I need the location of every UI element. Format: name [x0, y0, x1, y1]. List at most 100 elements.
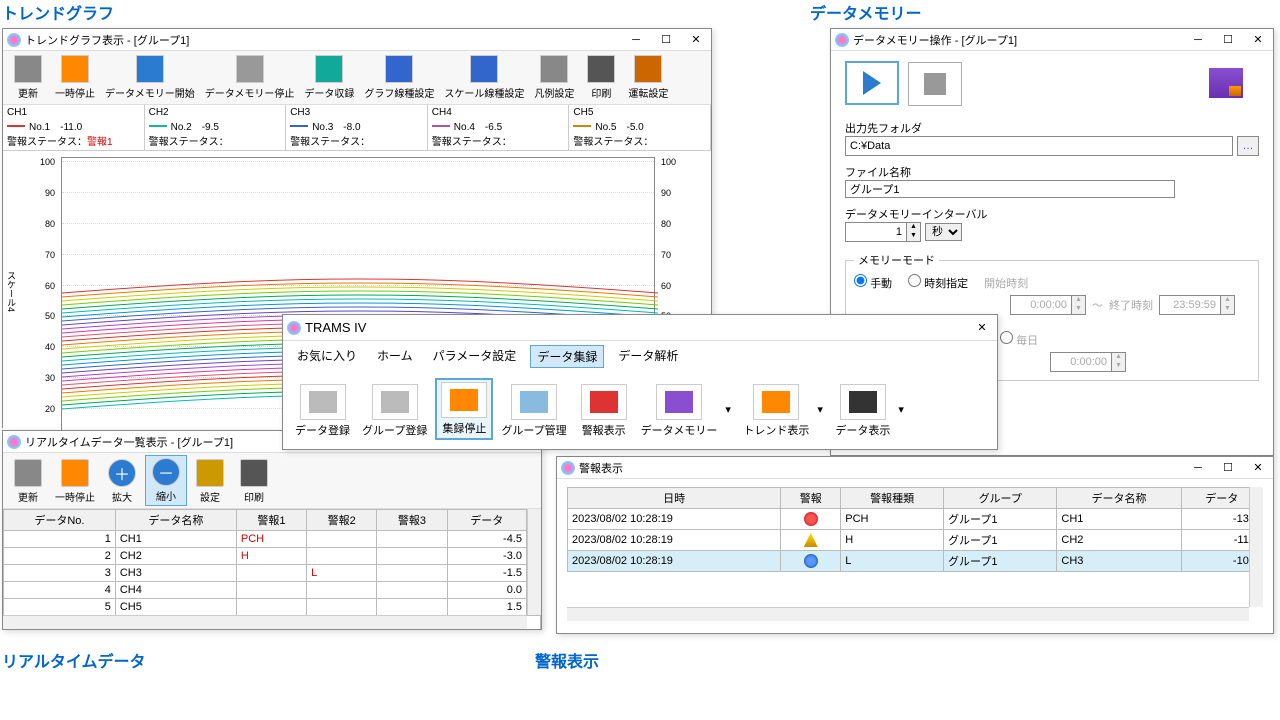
rt-toolbar-btn-1[interactable]: 一時停止 — [51, 457, 99, 506]
realtime-table[interactable]: データNo.データ名称警報1警報2警報3データ1CH1PCH-4.52CH2H-… — [3, 509, 541, 629]
tab-1[interactable]: ホーム — [371, 345, 419, 368]
col-header[interactable]: 警報2 — [307, 510, 377, 531]
folder-input[interactable] — [845, 136, 1233, 156]
toolbar-icon: ＋ — [108, 459, 136, 487]
close-button[interactable]: ✕ — [967, 317, 997, 339]
interval-spinner[interactable]: ▲▼ — [845, 222, 921, 242]
daily-input[interactable]: ▲▼ — [1050, 352, 1126, 372]
col-header[interactable]: 警報3 — [377, 510, 447, 531]
datamem-start-button[interactable] — [845, 61, 899, 105]
toolbar-label: 設定 — [200, 489, 220, 504]
stop-icon — [924, 73, 946, 95]
col-header[interactable]: データ — [447, 510, 526, 531]
interval-label: データメモリーインターバル — [845, 206, 1259, 222]
toolbar-btn-9[interactable]: 運転設定 — [624, 53, 672, 102]
toolbar-btn-4[interactable]: データ収録 — [300, 53, 358, 102]
radio-timed[interactable]: 時刻指定 — [908, 274, 968, 291]
close-button[interactable]: ✕ — [1243, 29, 1273, 51]
filename-input[interactable] — [845, 180, 1175, 198]
ribbon-btn-3[interactable]: グループ管理 — [497, 382, 570, 440]
scrollbar-v[interactable] — [527, 509, 541, 615]
ribbon-btn-1[interactable]: グループ登録 — [358, 382, 431, 440]
scrollbar-h[interactable] — [567, 607, 1249, 621]
alarm-titlebar[interactable]: 警報表示 ─ ☐ ✕ — [557, 457, 1273, 479]
maximize-button[interactable]: ☐ — [1213, 457, 1243, 479]
dropdown-arrow[interactable]: ▾ — [898, 403, 908, 416]
tab-4[interactable]: データ解析 — [612, 345, 684, 368]
col-header[interactable]: データ名称 — [1057, 488, 1181, 509]
tilde: ～ — [1092, 297, 1103, 313]
ribbon-btn-6[interactable]: トレンド表示 — [739, 382, 813, 440]
toolbar-btn-5[interactable]: グラフ線種設定 — [360, 53, 438, 102]
rt-toolbar-btn-0[interactable]: 更新 — [7, 457, 49, 506]
table-row[interactable]: 1CH1PCH-4.5 — [4, 531, 541, 548]
col-header[interactable]: データNo. — [4, 510, 116, 531]
table-row[interactable]: 4CH40.0 — [4, 582, 541, 599]
interval-value[interactable] — [846, 223, 906, 241]
toolbar-label: 一時停止 — [55, 489, 95, 504]
col-header[interactable]: 日時 — [568, 488, 781, 509]
tab-0[interactable]: お気に入り — [291, 345, 363, 368]
maximize-button[interactable]: ☐ — [1213, 29, 1243, 51]
datamem-titlebar[interactable]: データメモリー操作 - [グループ1] ─ ☐ ✕ — [831, 29, 1273, 51]
close-button[interactable]: ✕ — [681, 29, 711, 51]
datamem-stop-button[interactable] — [908, 62, 962, 106]
ribbon-label: データ表示 — [835, 422, 890, 438]
datamem-save-button[interactable] — [1199, 61, 1253, 105]
toolbar-btn-2[interactable]: データメモリー開始 — [101, 53, 199, 102]
rt-toolbar-btn-4[interactable]: 設定 — [189, 457, 231, 506]
ribbon-btn-5[interactable]: データメモリー — [637, 382, 722, 440]
scrollbar-v[interactable] — [1249, 487, 1263, 607]
trams-titlebar[interactable]: TRAMS IV ✕ — [283, 315, 997, 341]
col-header[interactable]: グループ — [944, 488, 1057, 509]
col-header[interactable]: データ名称 — [115, 510, 236, 531]
play-icon — [863, 71, 881, 95]
table-row[interactable]: 5CH51.5 — [4, 599, 541, 616]
toolbar-label: 更新 — [18, 85, 38, 100]
tab-2[interactable]: パラメータ設定 — [427, 345, 523, 368]
toolbar-btn-6[interactable]: スケール線種設定 — [440, 53, 528, 102]
spin-down[interactable]: ▼ — [906, 232, 920, 241]
toolbar-btn-7[interactable]: 凡例設定 — [530, 53, 578, 102]
ribbon-btn-2[interactable]: 集録停止 — [435, 378, 493, 440]
dropdown-arrow[interactable]: ▾ — [725, 403, 735, 416]
toolbar-btn-0[interactable]: 更新 — [7, 53, 49, 102]
toolbar-btn-3[interactable]: データメモリー停止 — [201, 53, 299, 102]
minimize-button[interactable]: ─ — [1183, 29, 1213, 51]
interval-unit-select[interactable]: 秒 — [925, 223, 962, 241]
start-time-input[interactable]: ▲▼ — [1010, 295, 1086, 315]
ribbon-btn-0[interactable]: データ登録 — [291, 382, 354, 440]
tab-3[interactable]: データ集録 — [530, 345, 604, 368]
toolbar-btn-8[interactable]: 印刷 — [580, 53, 622, 102]
ribbon-btn-7[interactable]: データ表示 — [831, 382, 894, 440]
dropdown-arrow[interactable]: ▾ — [817, 403, 827, 416]
alarm-table[interactable]: 日時警報警報種類グループデータ名称データ2023/08/02 10:28:19P… — [567, 487, 1263, 572]
end-time-input[interactable]: ▲▼ — [1159, 295, 1235, 315]
maximize-button[interactable]: ☐ — [651, 29, 681, 51]
table-row[interactable]: 2CH2H-3.0 — [4, 548, 541, 565]
close-button[interactable]: ✕ — [1243, 457, 1273, 479]
spin-up[interactable]: ▲ — [906, 223, 920, 232]
trend-titlebar[interactable]: トレンドグラフ表示 - [グループ1] ─ ☐ ✕ — [3, 29, 711, 51]
col-header[interactable]: 警報 — [781, 488, 841, 509]
table-row[interactable]: 3CH3L-1.5 — [4, 565, 541, 582]
col-header[interactable]: 警報1 — [236, 510, 306, 531]
minimize-button[interactable]: ─ — [1183, 457, 1213, 479]
toolbar-btn-1[interactable]: 一時停止 — [51, 53, 99, 102]
scrollbar-h[interactable] — [3, 615, 527, 629]
ribbon-btn-4[interactable]: 警報表示 — [575, 382, 633, 440]
toolbar-icon — [470, 55, 498, 83]
radio-daily[interactable]: 毎日 — [1000, 331, 1038, 348]
rt-toolbar-btn-5[interactable]: 印刷 — [233, 457, 275, 506]
rt-toolbar-btn-2[interactable]: ＋拡大 — [101, 457, 143, 506]
app-icon — [835, 33, 849, 47]
ribbon-label: グループ登録 — [362, 422, 427, 438]
table-row[interactable]: 2023/08/02 10:28:19Lグループ1CH3-10.1 — [568, 551, 1263, 572]
minimize-button[interactable]: ─ — [621, 29, 651, 51]
col-header[interactable]: 警報種類 — [841, 488, 944, 509]
table-row[interactable]: 2023/08/02 10:28:19Hグループ1CH2-11.6 — [568, 530, 1263, 551]
rt-toolbar-btn-3[interactable]: －縮小 — [145, 455, 187, 506]
browse-button[interactable]: … — [1237, 136, 1259, 156]
table-row[interactable]: 2023/08/02 10:28:19PCHグループ1CH1-13.1 — [568, 509, 1263, 530]
radio-manual[interactable]: 手動 — [854, 274, 892, 291]
